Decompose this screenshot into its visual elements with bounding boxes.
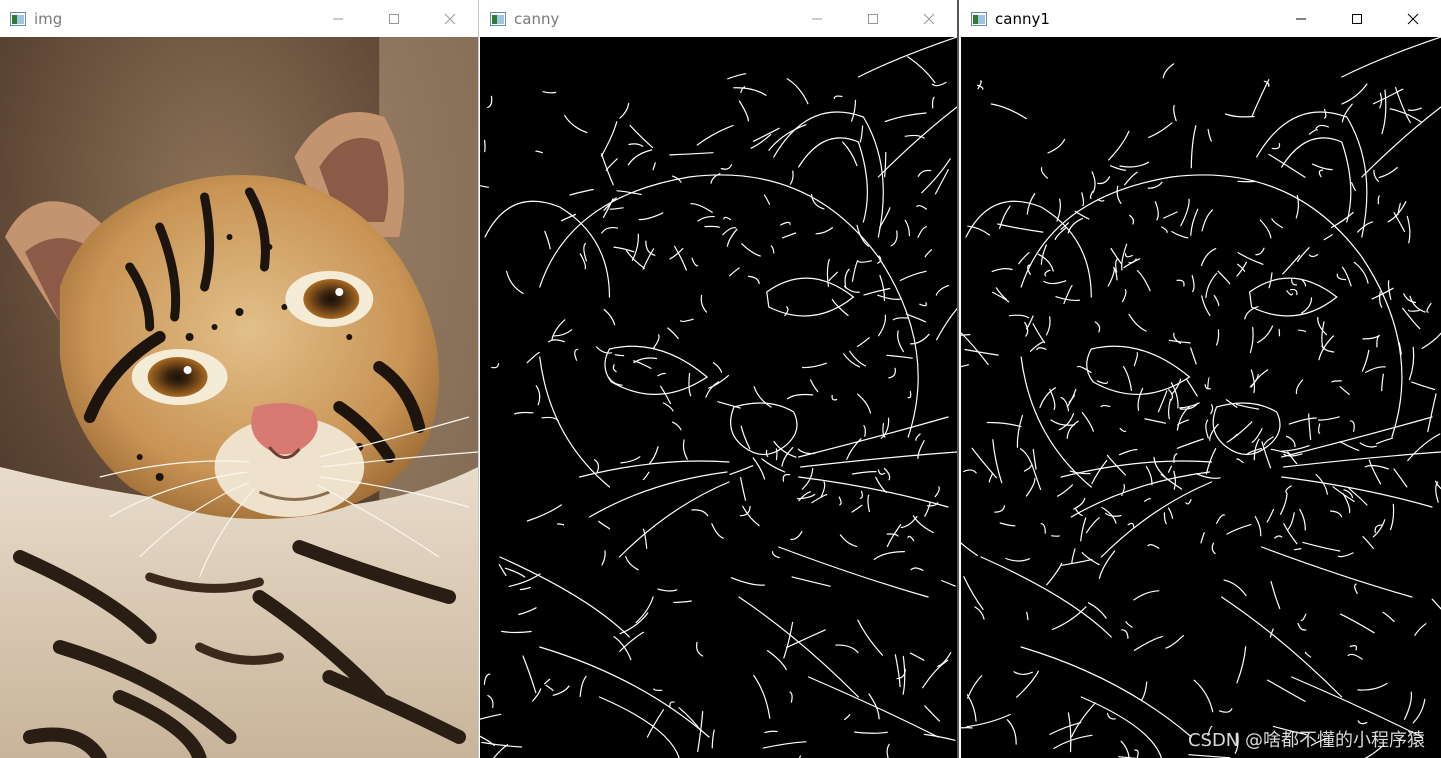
close-icon [444, 13, 456, 24]
canny1-edge-image [961, 37, 1441, 758]
minimize-button[interactable] [1273, 0, 1329, 37]
maximize-button[interactable] [366, 0, 422, 37]
img-window-titlebar[interactable]: img [0, 0, 478, 37]
canny1-window[interactable]: canny1 CSDN @啥都不懂的小程序猿 [961, 0, 1441, 758]
canny-edge-image [480, 37, 957, 758]
minimize-button[interactable] [789, 0, 845, 37]
app-window-icon [971, 11, 987, 26]
img-window[interactable]: img [0, 0, 479, 758]
minimize-icon [333, 18, 343, 19]
canny-edges [480, 37, 957, 758]
maximize-icon [1352, 13, 1362, 24]
close-button[interactable] [1385, 0, 1441, 37]
app-window-icon [490, 11, 506, 26]
maximize-button[interactable] [1329, 0, 1385, 37]
maximize-icon [389, 13, 399, 24]
canny-window-titlebar[interactable]: canny [480, 0, 957, 37]
close-icon [923, 13, 935, 24]
maximize-icon [868, 13, 878, 24]
ocelot-image [0, 37, 478, 758]
canny-window[interactable]: canny [480, 0, 959, 758]
ocelot-photo [0, 37, 478, 758]
canny1-edges [961, 37, 1441, 758]
close-icon [1407, 13, 1419, 24]
minimize-icon [812, 18, 822, 19]
canny1-window-title: canny1 [995, 9, 1050, 28]
img-window-title: img [34, 9, 63, 28]
app-window-icon [10, 11, 26, 26]
maximize-button[interactable] [845, 0, 901, 37]
canny1-window-titlebar[interactable]: canny1 [961, 0, 1441, 37]
minimize-button[interactable] [310, 0, 366, 37]
canny-window-title: canny [514, 9, 560, 28]
close-button[interactable] [422, 0, 478, 37]
watermark-text: CSDN @啥都不懂的小程序猿 [1187, 730, 1425, 751]
minimize-icon [1296, 18, 1306, 19]
close-button[interactable] [901, 0, 957, 37]
